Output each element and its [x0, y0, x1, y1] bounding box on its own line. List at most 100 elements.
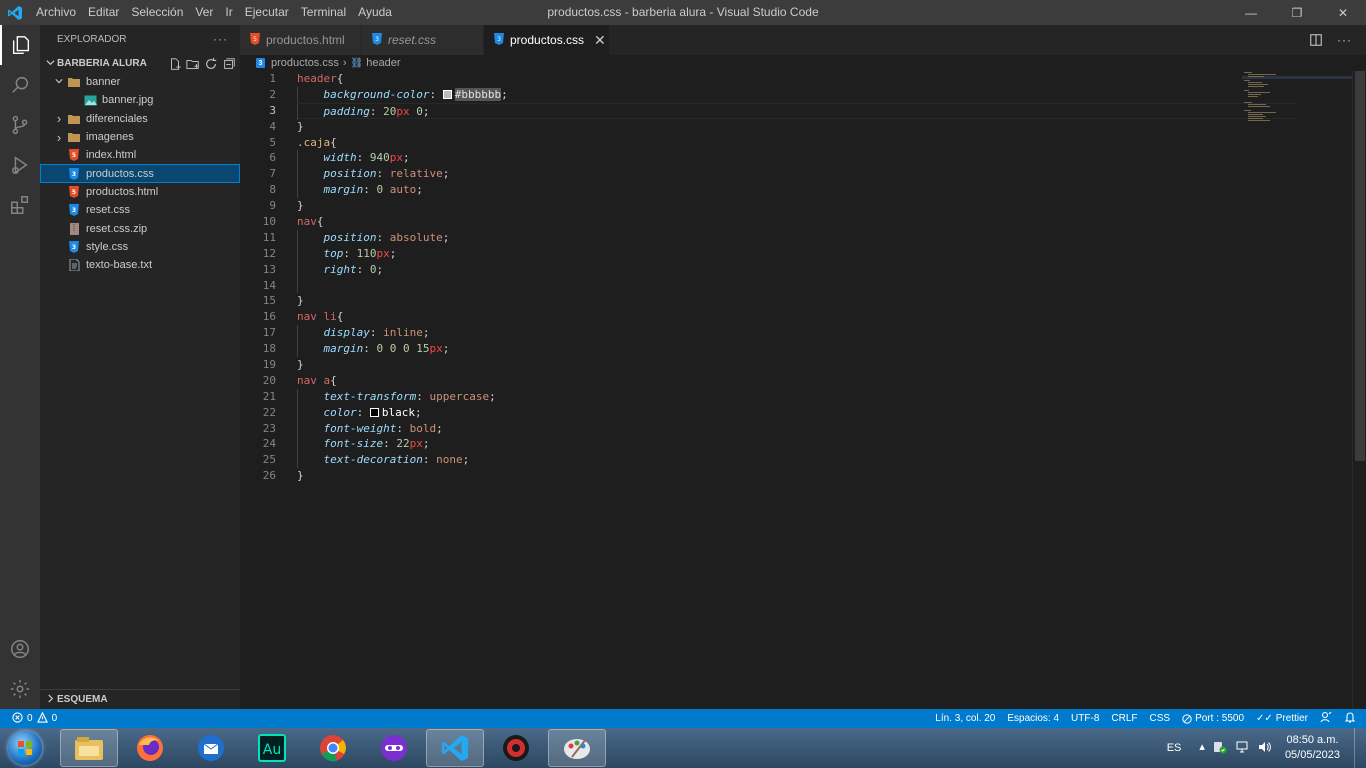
minimize-button[interactable]: —: [1228, 0, 1274, 25]
scrollbar-thumb[interactable]: [1355, 71, 1365, 461]
more-editor-actions-icon[interactable]: ···: [1337, 33, 1352, 47]
show-hidden-icons-icon[interactable]: ▴: [1199, 740, 1205, 757]
tree-item[interactable]: banner.jpg: [40, 91, 240, 109]
warnings-count[interactable]: 0: [52, 713, 58, 724]
code-line[interactable]: }: [297, 468, 1297, 484]
menu-editar[interactable]: Editar: [82, 0, 125, 25]
code-line[interactable]: [297, 277, 1297, 294]
tree-item[interactable]: 3 productos.css: [40, 164, 240, 183]
code-line[interactable]: }: [297, 119, 1297, 135]
outline-section-header[interactable]: ESQUEMA: [40, 689, 240, 709]
source-control-icon[interactable]: [0, 105, 40, 145]
code-line[interactable]: background-color: #bbbbbb;: [297, 86, 1297, 103]
taskbar-audition-icon[interactable]: Au: [243, 729, 301, 767]
code-line[interactable]: width: 940px;: [297, 150, 1297, 167]
taskbar-chrome-icon[interactable]: [304, 729, 362, 767]
code-line[interactable]: padding: 20px 0;: [297, 102, 1297, 120]
editor-vertical-scrollbar[interactable]: [1352, 71, 1366, 709]
start-button[interactable]: [0, 728, 50, 768]
code-line[interactable]: nav{: [297, 214, 1297, 230]
settings-gear-icon[interactable]: [0, 669, 40, 709]
code-line[interactable]: nav a{: [297, 373, 1297, 389]
tree-item[interactable]: 5 productos.html: [40, 183, 240, 201]
explorer-files-icon[interactable]: [0, 25, 40, 65]
workspace-section-header[interactable]: BARBERIA ALURA: [40, 53, 240, 73]
code-line[interactable]: font-weight: bold;: [297, 420, 1297, 437]
code-line[interactable]: right: 0;: [297, 261, 1297, 278]
prettier-status[interactable]: ✓✓ Prettier: [1256, 713, 1308, 724]
code-line[interactable]: position: absolute;: [297, 229, 1297, 246]
errors-count[interactable]: 0: [27, 713, 33, 724]
code-lines[interactable]: header{ background-color: #bbbbbb; paddi…: [297, 71, 1297, 484]
tab-reset-css[interactable]: 3 reset.css: [362, 25, 484, 55]
new-folder-icon[interactable]: [186, 57, 200, 71]
code-line[interactable]: position: relative;: [297, 166, 1297, 183]
clock[interactable]: 08:50 a.m. 05/05/2023: [1285, 733, 1340, 763]
tree-item[interactable]: 5 index.html: [40, 146, 240, 164]
minimap[interactable]: [1242, 71, 1352, 131]
warnings-icon[interactable]: [36, 711, 48, 726]
maximize-button[interactable]: ❐: [1274, 0, 1320, 25]
new-file-icon[interactable]: [168, 57, 182, 71]
taskbar-thunderbird-icon[interactable]: [182, 729, 240, 767]
volume-icon[interactable]: [1257, 740, 1271, 757]
color-swatch-icon[interactable]: [442, 89, 452, 99]
breadcrumb-file[interactable]: productos.css: [271, 57, 339, 69]
taskbar-paint-icon[interactable]: [548, 729, 606, 767]
tree-item[interactable]: texto-base.txt: [40, 256, 240, 274]
search-icon[interactable]: [0, 65, 40, 105]
tree-item[interactable]: banner: [40, 73, 240, 91]
extensions-icon[interactable]: [0, 185, 40, 225]
language-mode[interactable]: CSS: [1150, 713, 1171, 724]
code-line[interactable]: top: 110px;: [297, 245, 1297, 262]
feedback-icon[interactable]: [1320, 711, 1332, 726]
tree-item[interactable]: 3 reset.css: [40, 201, 240, 219]
menu-ver[interactable]: Ver: [189, 0, 219, 25]
tree-item[interactable]: › diferenciales: [40, 110, 240, 128]
code-line[interactable]: margin: 0 0 0 15px;: [297, 341, 1297, 358]
errors-icon[interactable]: [12, 711, 23, 726]
tab-productos-html[interactable]: 5 productos.html: [240, 25, 362, 55]
security-status-icon[interactable]: [1213, 740, 1227, 757]
code-line[interactable]: text-decoration: none;: [297, 452, 1297, 469]
collapse-all-icon[interactable]: [222, 57, 236, 71]
tree-item[interactable]: reset.css.zip: [40, 219, 240, 237]
menu-ejecutar[interactable]: Ejecutar: [239, 0, 295, 25]
menu-terminal[interactable]: Terminal: [295, 0, 352, 25]
notifications-bell-icon[interactable]: [1344, 711, 1356, 726]
code-line[interactable]: font-size: 22px;: [297, 436, 1297, 453]
close-tab-icon[interactable]: ✕: [594, 32, 606, 49]
code-line[interactable]: display: inline;: [297, 325, 1297, 342]
taskbar-vscode-icon[interactable]: [426, 729, 484, 767]
menu-ayuda[interactable]: Ayuda: [352, 0, 398, 25]
end-of-line[interactable]: CRLF: [1111, 713, 1137, 724]
color-swatch-icon[interactable]: [369, 407, 379, 417]
refresh-icon[interactable]: [204, 57, 218, 71]
taskbar-file-explorer-icon[interactable]: [60, 729, 118, 767]
cursor-position[interactable]: Lín. 3, col. 20: [935, 713, 995, 724]
tree-item[interactable]: 3 style.css: [40, 238, 240, 256]
close-window-button[interactable]: ✕: [1320, 0, 1366, 25]
taskbar-firefox-icon[interactable]: [121, 729, 179, 767]
tree-item[interactable]: › imagenes: [40, 128, 240, 146]
taskbar-incognito-icon[interactable]: [365, 729, 423, 767]
code-line[interactable]: .caja{: [297, 135, 1297, 151]
input-language[interactable]: ES: [1167, 742, 1182, 754]
code-line[interactable]: }: [297, 198, 1297, 214]
indentation[interactable]: Espacios: 4: [1007, 713, 1059, 724]
live-server-port[interactable]: Port : 5500: [1182, 713, 1244, 724]
account-icon[interactable]: [0, 629, 40, 669]
network-icon[interactable]: [1235, 740, 1249, 757]
code-line[interactable]: }: [297, 357, 1297, 373]
code-line[interactable]: color: black;: [297, 404, 1297, 421]
encoding[interactable]: UTF-8: [1071, 713, 1099, 724]
run-debug-icon[interactable]: [0, 145, 40, 185]
code-line[interactable]: }: [297, 293, 1297, 309]
menu-selección[interactable]: Selección: [125, 0, 189, 25]
code-line[interactable]: margin: 0 auto;: [297, 182, 1297, 199]
code-line[interactable]: nav li{: [297, 309, 1297, 325]
taskbar-dragon-icon[interactable]: [487, 729, 545, 767]
breadcrumb-symbol[interactable]: header: [366, 57, 400, 69]
code-editor[interactable]: 1 2 3 4 5 6 7 8 9 10 11 12 13 14 15 16 17 18 19 20 21 22 23 24 2…: [240, 71, 1352, 709]
menu-archivo[interactable]: Archivo: [30, 0, 82, 25]
